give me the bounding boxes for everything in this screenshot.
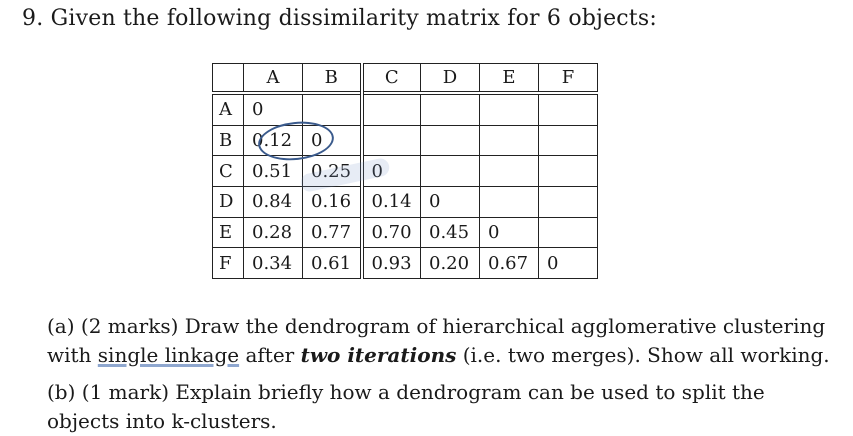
part-a-middle: after <box>239 343 301 367</box>
row-header: F <box>212 247 244 279</box>
column-header: C <box>361 63 421 94</box>
matrix-row: D 0.84 0.16 0.14 0 <box>212 186 598 218</box>
question-text: Given the following dissimilarity matrix… <box>50 6 657 31</box>
part-a-text: (a) (2 marks) Draw the dendrogram of hie… <box>47 312 837 370</box>
matrix-row: A0 <box>212 90 598 126</box>
matrix-cell <box>479 186 539 218</box>
part-b-text: (b) (1 mark) Explain briefly how a dendr… <box>47 378 837 436</box>
matrix-cell: 0.93 <box>361 247 421 279</box>
matrix-cell <box>538 155 598 188</box>
row-header: C <box>212 155 244 188</box>
dissimilarity-matrix: A B C D E F A 0 B 0.12 0 C 0.51 0.25 0 D 0.84 0.16 0… <box>212 63 598 279</box>
matrix-cell: 0.51 <box>243 155 303 188</box>
matrix-cell <box>361 124 421 157</box>
question-title: 9. Given the following dissimilarity mat… <box>22 6 657 31</box>
column-header: D <box>420 63 480 94</box>
matrix-cell: 0.14 <box>361 186 421 218</box>
matrix-row: F 0.34 0.61 0.93 0.20 0.67 0 <box>212 247 598 279</box>
row-header: A <box>212 90 244 126</box>
matrix-cell: 0.34 <box>243 247 303 279</box>
matrix-cell <box>538 90 598 126</box>
row-header: E <box>212 216 244 249</box>
column-header: A <box>243 63 303 94</box>
matrix-cell <box>361 90 421 126</box>
matrix-cell: 0.67 <box>479 247 539 279</box>
matrix-row: C 0.51 0.25 0 <box>212 155 598 188</box>
matrix-corner-cell <box>212 63 244 94</box>
matrix-cell: 0 <box>479 216 539 249</box>
column-header: B <box>302 63 364 94</box>
question-number: 9. <box>22 6 44 31</box>
matrix-row: E 0.28 0.77 0.70 0.45 0 <box>212 216 598 249</box>
matrix-cell: 0 <box>243 90 303 126</box>
part-a-emphasis: two iterations <box>300 343 457 367</box>
matrix-cell <box>420 124 480 157</box>
matrix-cell <box>479 155 539 188</box>
matrix-cell <box>479 90 539 126</box>
matrix-cell: 0.70 <box>361 216 421 249</box>
matrix-cell <box>420 90 480 126</box>
matrix-cell: 0.84 <box>243 186 303 218</box>
matrix-cell: 0.28 <box>243 216 303 249</box>
part-b-body: (b) (1 mark) Explain briefly how a dendr… <box>47 380 765 433</box>
matrix-table: A B C D E F A 0 B 0.12 0 C 0.51 0.25 0 D 0.84 0.16 0… <box>212 63 598 279</box>
row-header: D <box>212 186 244 218</box>
matrix-cell <box>479 124 539 157</box>
matrix-cell <box>420 155 480 188</box>
matrix-cell <box>302 90 364 126</box>
matrix-cell: 0.20 <box>420 247 480 279</box>
matrix-cell: 0 <box>538 247 598 279</box>
column-header: F <box>538 63 598 94</box>
row-header: B <box>212 124 244 157</box>
matrix-header-row: A B C D E F <box>212 63 598 94</box>
matrix-cell <box>538 216 598 249</box>
matrix-cell: 0.61 <box>302 247 364 279</box>
part-a-underlined: single linkage <box>97 343 240 367</box>
matrix-cell <box>538 186 598 218</box>
column-header: E <box>479 63 539 94</box>
matrix-cell: 0.45 <box>420 216 480 249</box>
part-a-suffix: (i.e. two merges). Show all working. <box>456 343 830 367</box>
matrix-cell: 0.77 <box>302 216 364 249</box>
matrix-cell: 0 <box>420 186 480 218</box>
matrix-cell <box>538 124 598 157</box>
